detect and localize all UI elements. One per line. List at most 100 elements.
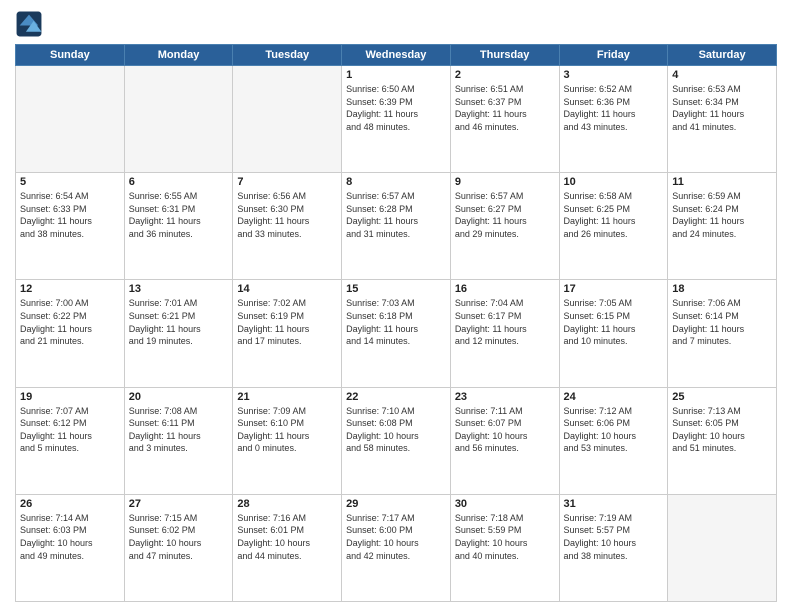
header [15,10,777,38]
calendar-cell: 18 Sunrise: 7:06 AM Sunset: 6:14 PM Dayli… [668,280,777,387]
week-row-1: 5Sunrise: 6:54 AM Sunset: 6:33 PM Daylig… [16,173,777,280]
calendar-cell: 9 Sunrise: 6:57 AM Sunset: 6:27 PM Daylig… [450,173,559,280]
cell-text: Sunrise: 6:51 AM Sunset: 6:37 PM Dayligh… [455,83,555,133]
day-number: 19 [20,391,120,403]
calendar-cell: 10Sunrise: 6:58 AM Sunset: 6:25 PM Dayli… [559,173,668,280]
day-number: 11 [672,176,772,188]
day-number: 25 [672,391,772,403]
day-number: 2 [455,69,555,81]
day-number: 24 [564,391,664,403]
calendar-cell: 20Sunrise: 7:08 AM Sunset: 6:11 PM Dayli… [124,387,233,494]
cell-text: Sunrise: 7:15 AM Sunset: 6:02 PM Dayligh… [129,512,229,562]
calendar-cell: 14 Sunrise: 7:02 AM Sunset: 6:19 PM Dayli… [233,280,342,387]
day-number: 15 [346,283,446,295]
calendar-cell [233,66,342,173]
day-number: 22 [346,391,446,403]
day-number: 17 [564,283,664,295]
day-number: 30 [455,498,555,510]
calendar-cell: 21 Sunrise: 7:09 AM Sunset: 6:10 PM Dayli… [233,387,342,494]
calendar-cell: 26 Sunrise: 7:14 AM Sunset: 6:03 PM Dayli… [16,494,125,601]
cell-text: Sunrise: 7:04 AM Sunset: 6:17 PM Dayligh… [455,297,555,347]
cell-text: Sunrise: 6:52 AM Sunset: 6:36 PM Dayligh… [564,83,664,133]
cell-text: Sunrise: 7:08 AM Sunset: 6:11 PM Dayligh… [129,405,229,455]
cell-text: Sunrise: 6:59 AM Sunset: 6:24 PM Dayligh… [672,190,772,240]
cell-text: Sunrise: 7:00 AM Sunset: 6:22 PM Dayligh… [20,297,120,347]
logo [15,10,47,38]
day-number: 14 [237,283,337,295]
cell-text: Sunrise: 7:11 AM Sunset: 6:07 PM Dayligh… [455,405,555,455]
weekday-header-thursday: Thursday [450,45,559,66]
calendar-cell: 6 Sunrise: 6:55 AM Sunset: 6:31 PM Daylig… [124,173,233,280]
cell-text: Sunrise: 7:09 AM Sunset: 6:10 PM Dayligh… [237,405,337,455]
calendar-cell: 23 Sunrise: 7:11 AM Sunset: 6:07 PM Dayli… [450,387,559,494]
calendar-cell: 5Sunrise: 6:54 AM Sunset: 6:33 PM Daylig… [16,173,125,280]
logo-icon [15,10,43,38]
cell-text: Sunrise: 7:01 AM Sunset: 6:21 PM Dayligh… [129,297,229,347]
day-number: 21 [237,391,337,403]
calendar-cell: 30 Sunrise: 7:18 AM Sunset: 5:59 PM Dayli… [450,494,559,601]
cell-text: Sunrise: 6:54 AM Sunset: 6:33 PM Dayligh… [20,190,120,240]
cell-text: Sunrise: 6:57 AM Sunset: 6:28 PM Dayligh… [346,190,446,240]
cell-text: Sunrise: 7:05 AM Sunset: 6:15 PM Dayligh… [564,297,664,347]
calendar-cell: 22 Sunrise: 7:10 AM Sunset: 6:08 PM Dayli… [342,387,451,494]
cell-text: Sunrise: 7:10 AM Sunset: 6:08 PM Dayligh… [346,405,446,455]
week-row-0: 1Sunrise: 6:50 AM Sunset: 6:39 PM Daylig… [16,66,777,173]
calendar-cell: 27 Sunrise: 7:15 AM Sunset: 6:02 PM Dayli… [124,494,233,601]
weekday-header-tuesday: Tuesday [233,45,342,66]
day-number: 31 [564,498,664,510]
day-number: 12 [20,283,120,295]
cell-text: Sunrise: 6:55 AM Sunset: 6:31 PM Dayligh… [129,190,229,240]
calendar-cell: 1Sunrise: 6:50 AM Sunset: 6:39 PM Daylig… [342,66,451,173]
calendar-cell: 12 Sunrise: 7:00 AM Sunset: 6:22 PM Dayli… [16,280,125,387]
calendar-cell: 15 Sunrise: 7:03 AM Sunset: 6:18 PM Dayli… [342,280,451,387]
day-number: 13 [129,283,229,295]
weekday-header-monday: Monday [124,45,233,66]
day-number: 23 [455,391,555,403]
calendar-cell: 4 Sunrise: 6:53 AM Sunset: 6:34 PM Daylig… [668,66,777,173]
weekday-header-row: SundayMondayTuesdayWednesdayThursdayFrid… [16,45,777,66]
calendar-cell: 11 Sunrise: 6:59 AM Sunset: 6:24 PM Dayli… [668,173,777,280]
day-number: 29 [346,498,446,510]
cell-text: Sunrise: 7:06 AM Sunset: 6:14 PM Dayligh… [672,297,772,347]
cell-text: Sunrise: 7:03 AM Sunset: 6:18 PM Dayligh… [346,297,446,347]
day-number: 1 [346,69,446,81]
week-row-4: 26 Sunrise: 7:14 AM Sunset: 6:03 PM Dayli… [16,494,777,601]
cell-text: Sunrise: 7:13 AM Sunset: 6:05 PM Dayligh… [672,405,772,455]
cell-text: Sunrise: 7:14 AM Sunset: 6:03 PM Dayligh… [20,512,120,562]
calendar-table: SundayMondayTuesdayWednesdayThursdayFrid… [15,44,777,602]
day-number: 28 [237,498,337,510]
calendar-cell: 17 Sunrise: 7:05 AM Sunset: 6:15 PM Dayli… [559,280,668,387]
day-number: 7 [237,176,337,188]
cell-text: Sunrise: 7:16 AM Sunset: 6:01 PM Dayligh… [237,512,337,562]
cell-text: Sunrise: 6:58 AM Sunset: 6:25 PM Dayligh… [564,190,664,240]
calendar-cell: 8Sunrise: 6:57 AM Sunset: 6:28 PM Daylig… [342,173,451,280]
calendar-cell: 29Sunrise: 7:17 AM Sunset: 6:00 PM Dayli… [342,494,451,601]
cell-text: Sunrise: 7:18 AM Sunset: 5:59 PM Dayligh… [455,512,555,562]
calendar-cell: 28 Sunrise: 7:16 AM Sunset: 6:01 PM Dayli… [233,494,342,601]
calendar-cell [668,494,777,601]
day-number: 18 [672,283,772,295]
calendar-cell: 2 Sunrise: 6:51 AM Sunset: 6:37 PM Daylig… [450,66,559,173]
calendar-cell: 31 Sunrise: 7:19 AM Sunset: 5:57 PM Dayli… [559,494,668,601]
day-number: 9 [455,176,555,188]
day-number: 6 [129,176,229,188]
day-number: 26 [20,498,120,510]
cell-text: Sunrise: 6:57 AM Sunset: 6:27 PM Dayligh… [455,190,555,240]
week-row-3: 19 Sunrise: 7:07 AM Sunset: 6:12 PM Dayli… [16,387,777,494]
calendar-cell: 19 Sunrise: 7:07 AM Sunset: 6:12 PM Dayli… [16,387,125,494]
day-number: 4 [672,69,772,81]
cell-text: Sunrise: 7:19 AM Sunset: 5:57 PM Dayligh… [564,512,664,562]
week-row-2: 12 Sunrise: 7:00 AM Sunset: 6:22 PM Dayli… [16,280,777,387]
cell-text: Sunrise: 7:02 AM Sunset: 6:19 PM Dayligh… [237,297,337,347]
weekday-header-saturday: Saturday [668,45,777,66]
day-number: 27 [129,498,229,510]
cell-text: Sunrise: 7:07 AM Sunset: 6:12 PM Dayligh… [20,405,120,455]
weekday-header-wednesday: Wednesday [342,45,451,66]
calendar-cell: 24Sunrise: 7:12 AM Sunset: 6:06 PM Dayli… [559,387,668,494]
calendar-cell [124,66,233,173]
calendar-cell: 3Sunrise: 6:52 AM Sunset: 6:36 PM Daylig… [559,66,668,173]
cell-text: Sunrise: 6:53 AM Sunset: 6:34 PM Dayligh… [672,83,772,133]
calendar-cell: 16Sunrise: 7:04 AM Sunset: 6:17 PM Dayli… [450,280,559,387]
weekday-header-friday: Friday [559,45,668,66]
cell-text: Sunrise: 6:56 AM Sunset: 6:30 PM Dayligh… [237,190,337,240]
